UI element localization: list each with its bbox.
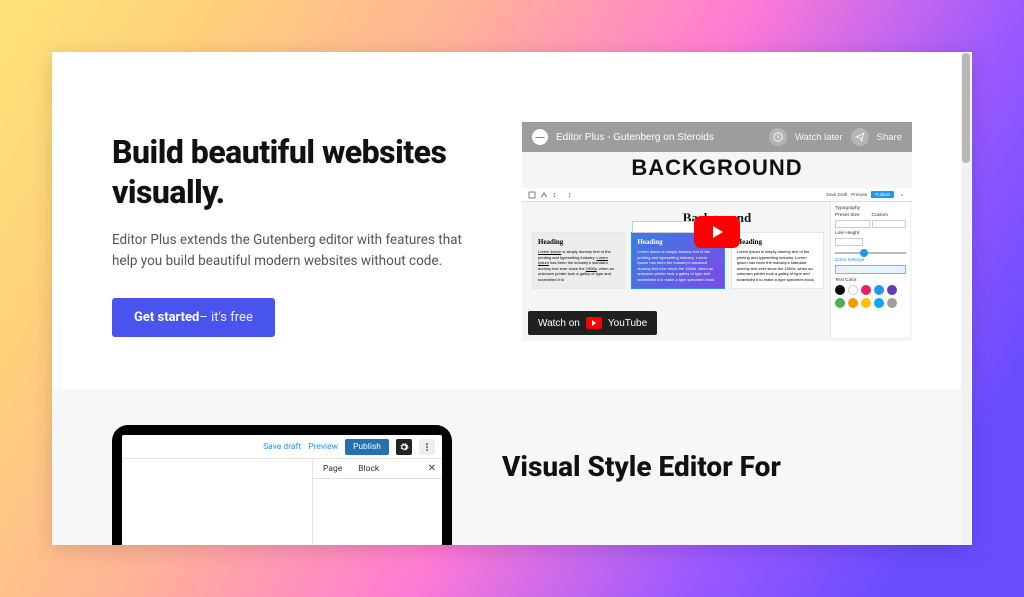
more-icon[interactable] [419, 439, 435, 455]
watch-on-youtube-button[interactable]: Watch on YouTube [528, 311, 657, 335]
wp-preview[interactable]: Preview [308, 442, 338, 452]
wp-publish-button[interactable]: Publish [345, 439, 389, 455]
color-swatches [835, 285, 906, 308]
wp-topbar: Save draft Preview Publish [122, 435, 442, 459]
get-started-button[interactable]: Get started – it's free [112, 298, 275, 337]
cta-bold: Get started [134, 310, 199, 325]
share-label: Share [877, 132, 902, 143]
watch-later-icon[interactable] [769, 128, 787, 146]
mock-column: Heading Lorem Ipsum is simply dummy text… [731, 232, 824, 289]
youtube-icon [586, 317, 602, 329]
overlay-text: BACKGROUND [522, 155, 912, 181]
vertical-scrollbar[interactable] [961, 53, 971, 544]
gear-icon[interactable] [396, 439, 412, 455]
close-icon[interactable]: ✕ [428, 463, 436, 474]
mock-editor-toolbar: Save Draft Preview Publish [522, 188, 912, 202]
play-button[interactable] [694, 216, 740, 248]
feature-section: Save draft Preview Publish [52, 389, 972, 545]
feature-title: Visual Style Editor For [502, 449, 912, 484]
hero-media: — Editor Plus - Gutenberg on Steroids Wa… [522, 122, 912, 341]
hero-title: Build beautiful websites visually. [112, 132, 486, 212]
mock-sidebar: Typography Preset Size Custom Line Heigh… [830, 202, 910, 337]
video-title: Editor Plus - Gutenberg on Steroids [556, 132, 761, 143]
app-window: Build beautiful websites visually. Edito… [52, 52, 972, 545]
feature-copy: Visual Style Editor For [502, 425, 912, 484]
wp-sidebar: Page Block [312, 459, 442, 545]
watch-on-label: Watch on [538, 318, 580, 329]
wp-tab-page[interactable]: Page [323, 464, 342, 474]
laptop-mockup: Save draft Preview Publish [112, 425, 452, 545]
share-icon[interactable] [851, 128, 869, 146]
hero-description: Editor Plus extends the Gutenberg editor… [112, 230, 472, 272]
scrollbar-thumb[interactable] [962, 53, 970, 163]
video-embed[interactable]: — Editor Plus - Gutenberg on Steroids Wa… [522, 122, 912, 341]
hero-section: Build beautiful websites visually. Edito… [52, 52, 972, 389]
hero-copy: Build beautiful websites visually. Edito… [112, 122, 486, 337]
video-topbar: — Editor Plus - Gutenberg on Steroids Wa… [522, 122, 912, 152]
channel-avatar: — [532, 129, 548, 145]
platform-label: YouTube [608, 318, 647, 329]
wp-tab-block[interactable]: Block [358, 464, 379, 474]
mock-column: Heading Lorem Ipsum is simply dummy text… [532, 232, 625, 289]
watch-later-label: Watch later [795, 132, 843, 143]
wp-save-draft[interactable]: Save draft [263, 442, 301, 452]
cta-light: – it's free [199, 310, 252, 325]
